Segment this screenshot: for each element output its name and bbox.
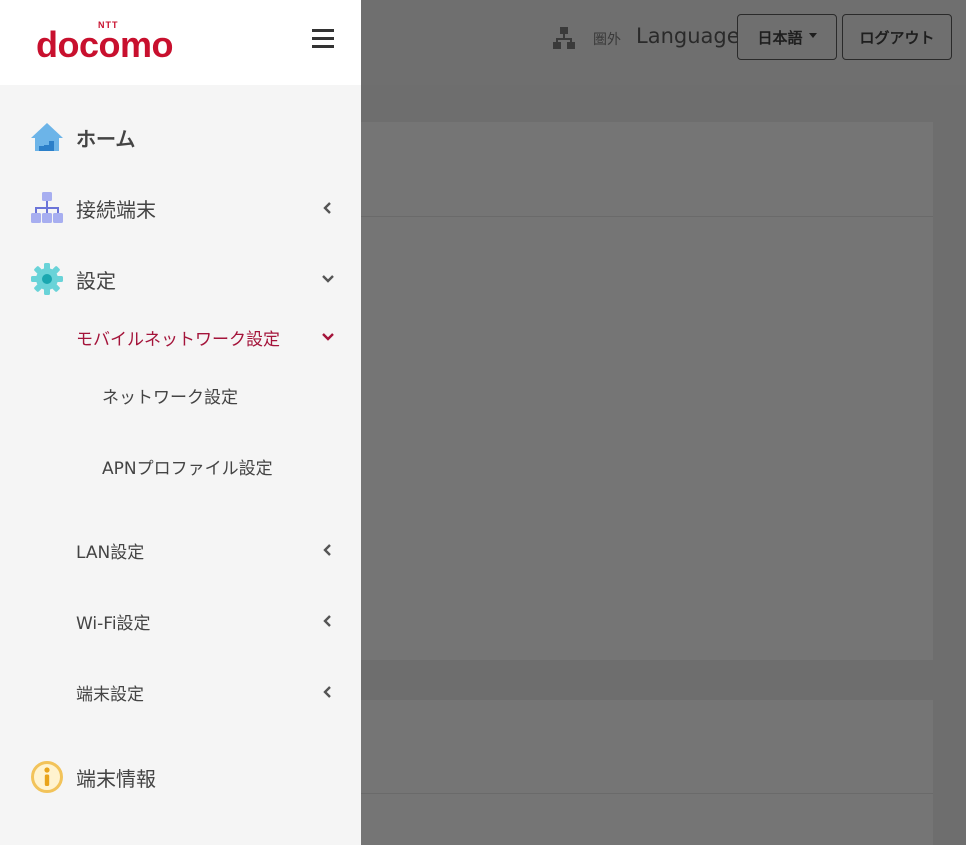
sidebar-item-label: ホーム (76, 126, 136, 151)
caret-down-icon (808, 32, 817, 38)
chevron-left-icon (323, 202, 331, 214)
sidebar-item-label: 接続端末 (76, 197, 156, 222)
chevron-down-icon (322, 333, 334, 341)
chevron-left-icon (323, 686, 331, 698)
background-card (361, 700, 933, 845)
docomo-logo[interactable]: NTT docomo (36, 20, 201, 65)
logo-text: docomo (36, 24, 174, 65)
sidebar-item-lan-settings[interactable]: LAN設定 (0, 525, 361, 575)
chevron-down-icon (322, 275, 334, 283)
sidebar-item-label: 端末設定 (76, 684, 144, 705)
sidebar-item-device-settings[interactable]: 端末設定 (0, 667, 361, 717)
sidebar-item-label: 設定 (76, 268, 116, 293)
sidebar-item-home[interactable]: ホーム (0, 112, 361, 162)
network-icon (31, 192, 63, 223)
signal-status-text: 圏外 (593, 32, 621, 48)
divider (361, 216, 933, 217)
sidebar-item-wifi-settings[interactable]: Wi-Fi設定 (0, 596, 361, 646)
logout-button[interactable]: ログアウト (842, 14, 952, 60)
hamburger-menu-icon[interactable] (312, 29, 334, 49)
sidebar-header: NTT docomo (0, 0, 361, 85)
chevron-left-icon (323, 615, 331, 627)
background-card (361, 122, 933, 660)
info-icon (31, 761, 63, 793)
language-select-value: 日本語 (757, 28, 803, 47)
sidebar-item-apn-profile-settings[interactable]: APNプロファイル設定 (0, 441, 361, 491)
sidebar-item-connected-devices[interactable]: 接続端末 (0, 183, 361, 233)
divider (361, 793, 933, 794)
home-icon (31, 123, 63, 151)
language-label: Language (636, 24, 740, 48)
sidebar-item-label: APNプロファイル設定 (102, 458, 273, 479)
sidebar-item-settings[interactable]: 設定 (0, 254, 361, 304)
sidebar-item-label: LAN設定 (76, 542, 145, 563)
sidebar-item-device-info[interactable]: 端末情報 (0, 752, 361, 802)
sidebar-item-label: 端末情報 (76, 766, 156, 791)
sidebar-item-network-settings[interactable]: ネットワーク設定 (0, 370, 361, 420)
sidebar-item-label: Wi-Fi設定 (76, 613, 151, 634)
sidebar-item-label: モバイルネットワーク設定 (76, 329, 280, 350)
sidebar-item-mobile-network-settings[interactable]: モバイルネットワーク設定 (0, 312, 361, 362)
sidebar-drawer: NTT docomo ホーム 接続端末 設定 モバイルネットワーク設定 ネットワ… (0, 0, 361, 845)
gear-icon (31, 263, 63, 295)
language-select-button[interactable]: 日本語 (737, 14, 837, 60)
chevron-left-icon (323, 544, 331, 556)
sidebar-item-label: ネットワーク設定 (102, 387, 238, 408)
network-status-icon (553, 27, 575, 49)
